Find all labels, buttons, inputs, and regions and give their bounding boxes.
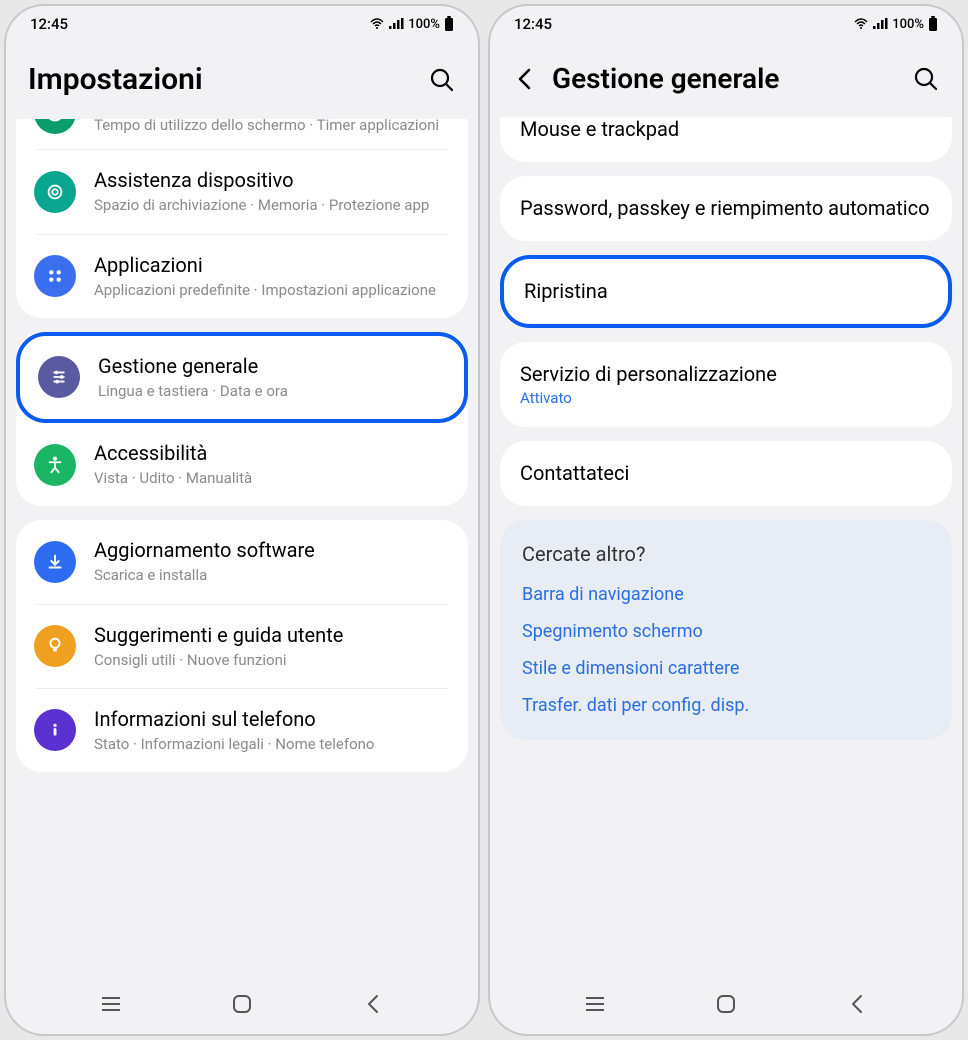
accessibility-icon (34, 444, 76, 486)
header: Gestione generale (490, 42, 962, 117)
row-applications[interactable]: Applicazioni Applicazioni predefinite · … (16, 235, 468, 318)
row-title: Ripristina (524, 279, 928, 304)
back-button[interactable] (512, 66, 538, 92)
status-time: 12:45 (30, 15, 68, 33)
search-icon (913, 66, 939, 92)
row-subtitle: Vista · Udito · Manualità (94, 468, 450, 488)
row-title: Mouse e trackpad (520, 117, 932, 142)
status-bar: 12:45 100% (490, 6, 962, 42)
general-management-list: Mouse e trackpad Password, passkey e rie… (490, 117, 962, 980)
nav-bar (6, 980, 478, 1034)
row-contact-us[interactable]: Contattateci (500, 441, 952, 506)
row-subtitle: Scarica e installa (94, 565, 450, 585)
nav-home[interactable] (222, 989, 262, 1019)
battery-text: 100% (892, 17, 924, 32)
nav-bar (490, 980, 962, 1034)
card-system-group: Aggiornamento software Scarica e install… (16, 520, 468, 772)
row-subtitle: Consigli utili · Nuove funzioni (94, 650, 450, 670)
nav-back[interactable] (353, 989, 393, 1019)
row-digital-wellbeing[interactable]: Tempo di utilizzo dello schermo · Timer … (16, 119, 468, 149)
status-indicators: 100% (854, 16, 938, 32)
row-personalization[interactable]: Servizio di personalizzazione Attivato (500, 342, 952, 427)
row-general-management[interactable]: Gestione generale Lingua e tastiera · Da… (16, 332, 468, 423)
suggest-link-transfer[interactable]: Trasfer. dati per config. disp. (522, 695, 930, 716)
row-password-autofill[interactable]: Password, passkey e riempimento automati… (500, 176, 952, 241)
nav-home[interactable] (706, 989, 746, 1019)
general-icon (38, 356, 80, 398)
page-title: Gestione generale (552, 62, 898, 95)
nav-recents[interactable] (575, 989, 615, 1019)
info-icon (34, 709, 76, 751)
battery-text: 100% (408, 17, 440, 32)
row-tips[interactable]: Suggerimenti e guida utente Consigli uti… (16, 605, 468, 688)
row-title: Password, passkey e riempimento automati… (520, 196, 932, 221)
row-title: Gestione generale (98, 354, 446, 379)
row-subtitle: Tempo di utilizzo dello schermo · Timer … (94, 119, 450, 135)
signal-icon (388, 18, 404, 30)
card-password-group: Password, passkey e riempimento automati… (500, 176, 952, 241)
nav-back[interactable] (837, 989, 877, 1019)
row-title: Accessibilità (94, 441, 450, 466)
row-mouse-trackpad[interactable]: Mouse e trackpad (500, 117, 952, 162)
row-software-update[interactable]: Aggiornamento software Scarica e install… (16, 520, 468, 603)
card-input-group: Mouse e trackpad (500, 117, 952, 162)
row-subtitle: Stato · Informazioni legali · Nome telef… (94, 734, 450, 754)
row-title: Contattateci (520, 461, 932, 486)
search-button[interactable] (912, 65, 940, 93)
wellbeing-icon (34, 119, 76, 134)
card-contact-group: Contattateci (500, 441, 952, 506)
status-bar: 12:45 100% (6, 6, 478, 42)
row-reset[interactable]: Ripristina (500, 255, 952, 328)
row-status: Attivato (520, 389, 932, 407)
card-reset-group: Ripristina (500, 255, 952, 328)
suggest-link-navbar[interactable]: Barra di navigazione (522, 584, 930, 605)
page-title: Impostazioni (28, 62, 414, 97)
battery-icon (444, 16, 454, 32)
signal-icon (872, 18, 888, 30)
row-subtitle: Applicazioni predefinite · Impostazioni … (94, 280, 450, 300)
row-accessibility[interactable]: Accessibilità Vista · Udito · Manualità (16, 423, 468, 506)
status-indicators: 100% (370, 16, 454, 32)
phone-right: 12:45 100% Gestione generale Mouse e tra… (488, 4, 964, 1036)
card-general-group: Gestione generale Lingua e tastiera · Da… (16, 332, 468, 507)
wifi-icon (854, 18, 868, 30)
tips-icon (34, 625, 76, 667)
card-personalization-group: Servizio di personalizzazione Attivato (500, 342, 952, 427)
update-icon (34, 541, 76, 583)
row-title: Suggerimenti e guida utente (94, 623, 450, 648)
card-wellbeing-group: Tempo di utilizzo dello schermo · Timer … (16, 119, 468, 318)
apps-icon (34, 255, 76, 297)
suggest-link-font[interactable]: Stile e dimensioni carattere (522, 658, 930, 679)
status-time: 12:45 (514, 15, 552, 33)
row-title: Applicazioni (94, 253, 450, 278)
device-care-icon (34, 171, 76, 213)
row-subtitle: Spazio di archiviazione · Memoria · Prot… (94, 195, 450, 215)
nav-recents[interactable] (91, 989, 131, 1019)
row-device-care[interactable]: Assistenza dispositivo Spazio di archivi… (16, 150, 468, 233)
battery-icon (928, 16, 938, 32)
row-title: Assistenza dispositivo (94, 168, 450, 193)
chevron-left-icon (515, 66, 535, 92)
header: Impostazioni (6, 42, 478, 119)
wifi-icon (370, 18, 384, 30)
suggest-link-screen-off[interactable]: Spegnimento schermo (522, 621, 930, 642)
row-title: Aggiornamento software (94, 538, 450, 563)
row-about-phone[interactable]: Informazioni sul telefono Stato · Inform… (16, 689, 468, 772)
row-title: Servizio di personalizzazione (520, 362, 932, 387)
suggest-heading: Cercate altro? (522, 542, 930, 566)
settings-list: Tempo di utilizzo dello schermo · Timer … (6, 119, 478, 980)
row-subtitle: Lingua e tastiera · Data e ora (98, 381, 446, 401)
looking-for-card: Cercate altro? Barra di navigazione Speg… (500, 520, 952, 740)
search-icon (429, 67, 455, 93)
phone-left: 12:45 100% Impostazioni Tempo di utilizz… (4, 4, 480, 1036)
row-title: Informazioni sul telefono (94, 707, 450, 732)
search-button[interactable] (428, 66, 456, 94)
